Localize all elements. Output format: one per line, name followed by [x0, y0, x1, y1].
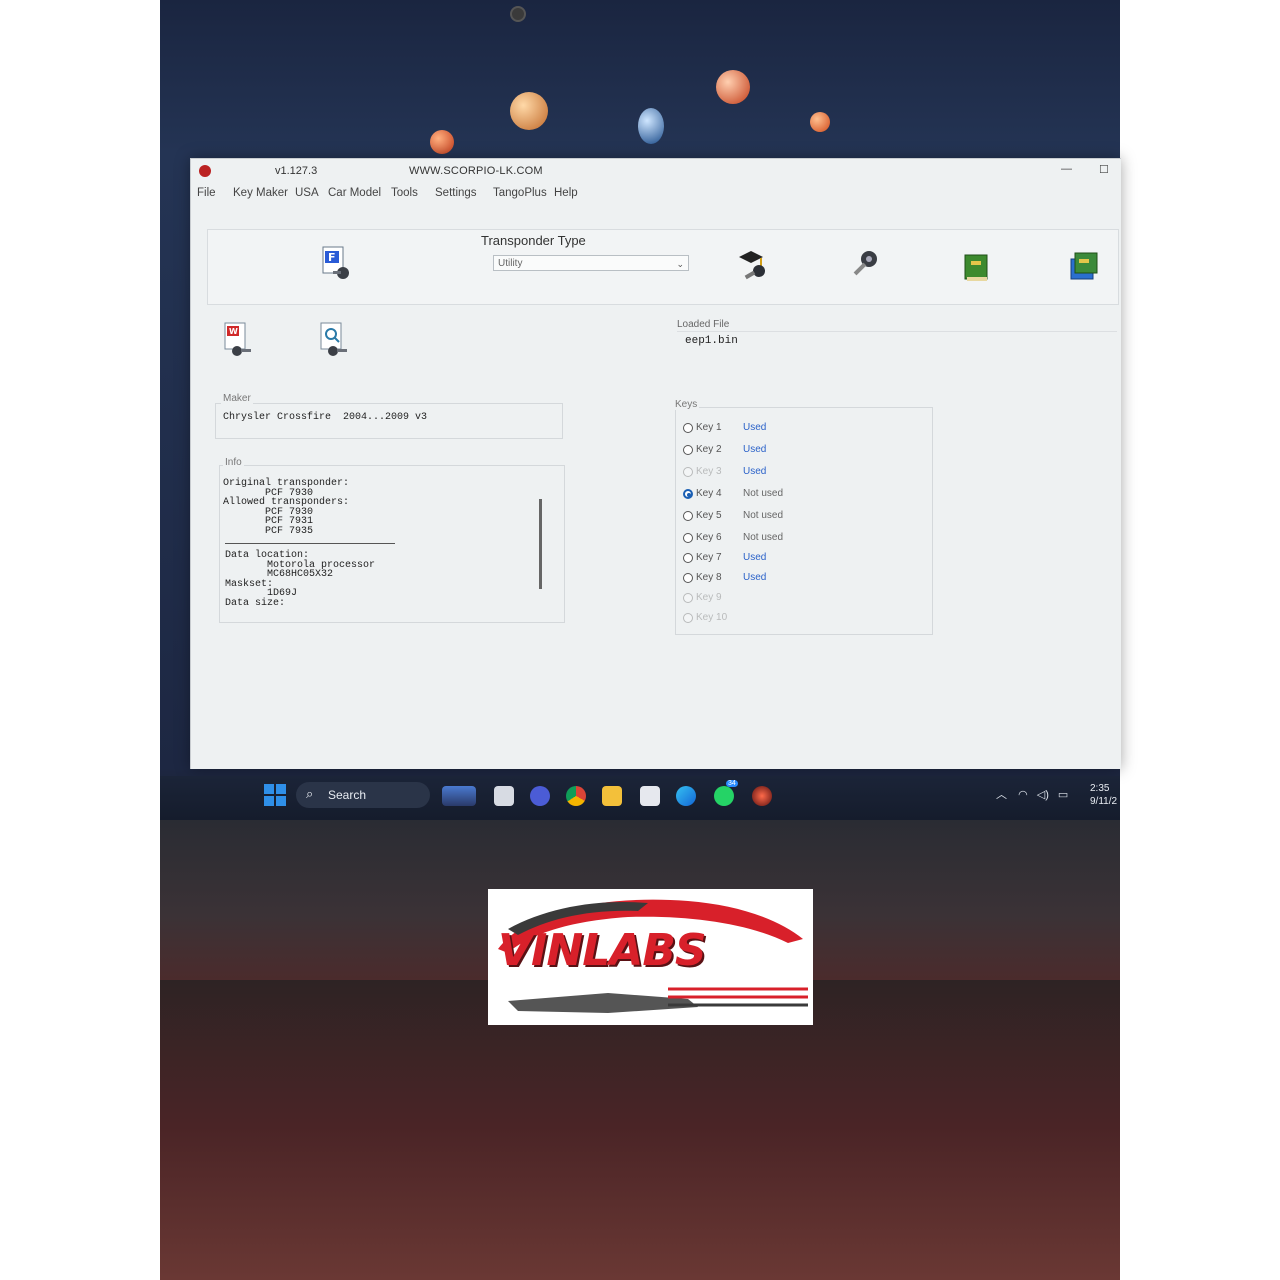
key-status: Not used	[743, 532, 784, 543]
radio-button[interactable]	[683, 593, 693, 603]
widgets-icon[interactable]	[442, 786, 476, 806]
maximize-button[interactable]: ☐	[1099, 163, 1109, 176]
system-clock[interactable]: 2:35 9/11/2	[1090, 782, 1117, 808]
key-cap-icon[interactable]	[737, 247, 773, 283]
scorpio-app-icon[interactable]	[752, 786, 772, 806]
menu-key-maker[interactable]: Key Maker	[233, 187, 288, 199]
chrome-icon[interactable]	[566, 786, 586, 806]
maker-value: Chrysler Crossfire 2004...2009 v3	[223, 412, 428, 423]
volume-icon[interactable]: ◁)	[1037, 789, 1049, 801]
radio-button[interactable]	[683, 533, 693, 543]
file-explorer-icon[interactable]	[602, 786, 622, 806]
svg-text:W: W	[229, 327, 238, 336]
key-status: Used	[743, 466, 767, 477]
transponder-type-label: Transponder Type	[481, 233, 586, 248]
key-status: Used	[743, 552, 767, 563]
info-divider	[225, 543, 395, 544]
meet-icon[interactable]	[530, 786, 550, 806]
wallpaper-orb	[638, 108, 664, 144]
taskbar-search[interactable]: ⌕ Search	[296, 782, 430, 808]
minimize-button[interactable]: —	[1061, 163, 1072, 175]
loaded-file-label: Loaded File	[677, 319, 730, 330]
search-file-icon[interactable]	[319, 321, 351, 359]
radio-button[interactable]	[683, 553, 693, 563]
taskbar: ⌕ Search 34 ︿ ◠ ◁) ▭ 2:35 9/11/2	[160, 776, 1120, 820]
radio-button[interactable]	[683, 467, 693, 477]
file-f-icon[interactable]: F	[319, 245, 355, 281]
wallpaper-orb	[510, 92, 548, 130]
chevron-down-icon: ⌄	[676, 259, 684, 269]
menu-tangoplus[interactable]: TangoPlus	[493, 187, 547, 199]
green-book-icon[interactable]	[959, 249, 995, 285]
wallpaper-orb	[430, 130, 454, 154]
menu-file[interactable]: File	[197, 187, 216, 199]
radio-button[interactable]	[683, 445, 693, 455]
keys-label: Keys	[673, 399, 700, 410]
webcam	[510, 6, 526, 22]
menu-help[interactable]: Help	[554, 187, 578, 199]
key-status: Not used	[743, 510, 784, 521]
clock-time: 2:35	[1090, 783, 1110, 794]
app-window: v1.127.3 WWW.SCORPIO-LK.COM — ☐ File Key…	[190, 158, 1121, 769]
chevron-up-icon[interactable]: ︿	[996, 789, 1007, 801]
maker-label: Maker	[221, 393, 253, 404]
info-transponders: Original transponder: PCF 7930 Allowed t…	[223, 478, 350, 537]
transponder-type-value: Utility	[498, 258, 523, 269]
menu-usa[interactable]: USA	[295, 187, 319, 199]
info-scrollbar[interactable]	[539, 499, 542, 589]
battery-icon[interactable]: ▭	[1058, 789, 1068, 801]
transponder-type-select[interactable]: Utility ⌄	[493, 255, 689, 271]
radio-button[interactable]	[683, 573, 693, 583]
key-status: Used	[743, 422, 767, 433]
radio-button[interactable]	[683, 511, 693, 521]
task-view-icon[interactable]	[494, 786, 514, 806]
system-tray: ︿ ◠ ◁) ▭	[996, 786, 1068, 802]
app-logo-icon	[199, 165, 211, 177]
menu-tools[interactable]: Tools	[391, 187, 418, 199]
search-label: Search	[328, 788, 367, 802]
key-tool-icon[interactable]	[847, 247, 883, 283]
menu-settings[interactable]: Settings	[435, 187, 477, 199]
info-data-location: Data location: Motorola processor MC68HC…	[225, 550, 376, 609]
key-status: Used	[743, 572, 767, 583]
notification-badge: 34	[726, 780, 738, 787]
key-status: Used	[743, 444, 767, 455]
blue-book-icon[interactable]	[1067, 249, 1103, 285]
radio-button[interactable]	[683, 613, 693, 623]
menu-car-model[interactable]: Car Model	[328, 187, 381, 199]
loaded-file-value: eep1.bin	[685, 335, 738, 347]
app-version: v1.127.3	[275, 165, 318, 177]
edge-icon[interactable]	[676, 786, 696, 806]
windows-start-icon[interactable]	[264, 784, 286, 806]
write-file-icon[interactable]: W	[223, 321, 255, 359]
whatsapp-icon[interactable]: 34	[714, 780, 738, 806]
key-status: Not used	[743, 488, 784, 499]
wallpaper-orb	[810, 112, 830, 132]
wallpaper-orb	[716, 70, 750, 104]
svg-text:F: F	[328, 251, 336, 264]
logo-text: VINLABS	[498, 925, 707, 976]
title-bar: v1.127.3 WWW.SCORPIO-LK.COM — ☐	[191, 159, 1121, 185]
search-icon: ⌕	[306, 786, 314, 801]
radio-button[interactable]	[683, 423, 693, 433]
info-label: Info	[223, 457, 244, 468]
wifi-icon[interactable]: ◠	[1018, 789, 1028, 801]
loaded-file-box	[677, 331, 1117, 366]
vinlabs-logo: VINLABS	[488, 889, 813, 1025]
radio-button-selected[interactable]	[683, 489, 693, 499]
store-icon[interactable]	[640, 786, 660, 806]
clock-date: 9/11/2	[1090, 796, 1118, 807]
app-url: WWW.SCORPIO-LK.COM	[409, 165, 543, 177]
